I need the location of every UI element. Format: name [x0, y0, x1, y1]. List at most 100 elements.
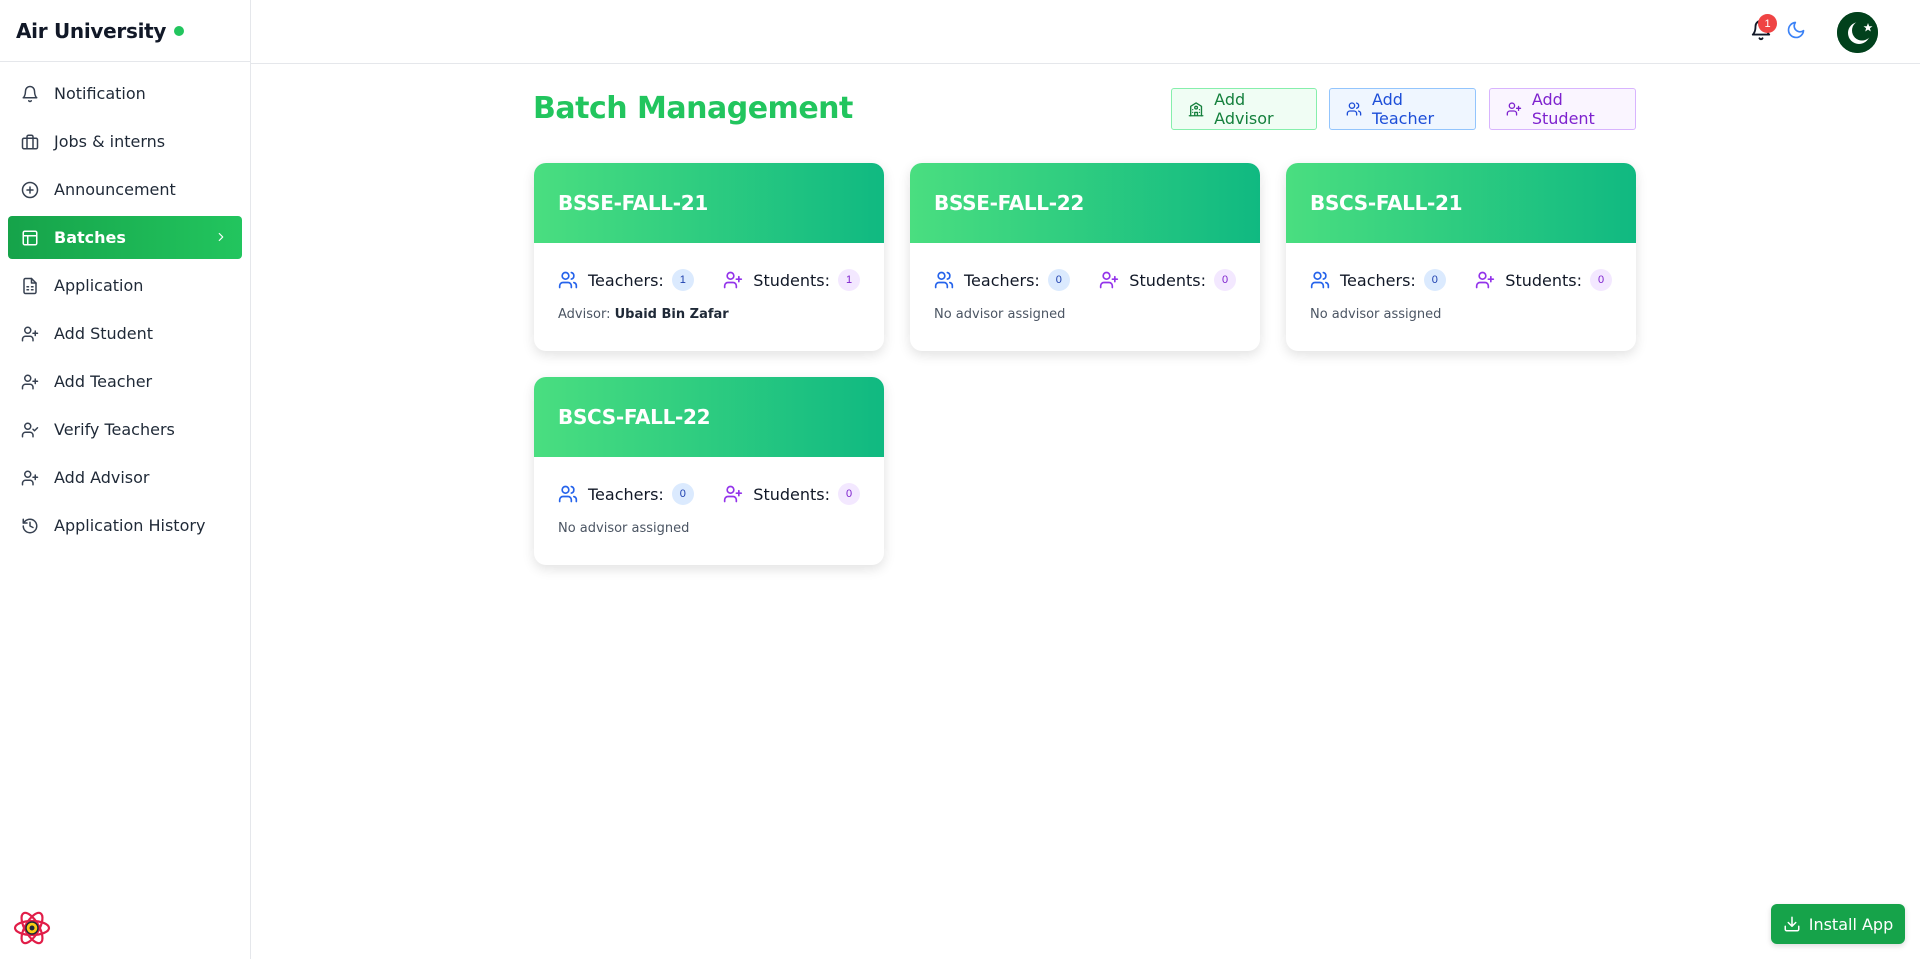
teachers-stat: Teachers: 1 — [558, 269, 694, 291]
brand: Air University — [0, 0, 250, 62]
users-icon — [1346, 102, 1362, 116]
sidebar-item-announcement[interactable]: Announcement — [8, 168, 242, 211]
batch-stats: Teachers: 0 Students: 0 — [910, 269, 1260, 291]
sidebar-item-add-student[interactable]: Add Student — [8, 312, 242, 355]
batch-name: BSSE-FALL-21 — [558, 191, 708, 215]
teachers-stat: Teachers: 0 — [1310, 269, 1446, 291]
teachers-count: 1 — [671, 269, 694, 291]
react-logo-icon[interactable] — [12, 908, 52, 948]
batch-card[interactable]: BSCS-FALL-22 Teachers: 0 Students: 0 No … — [534, 377, 884, 565]
sidebar-item-jobs[interactable]: Jobs & interns — [8, 120, 242, 163]
sidebar-item-label: Application History — [54, 516, 206, 535]
students-label: Students: — [1129, 270, 1206, 290]
user-plus-icon — [20, 324, 40, 344]
user-plus-icon — [1476, 271, 1495, 289]
user-plus-icon — [724, 271, 743, 289]
user-plus-icon — [20, 468, 40, 488]
sidebar-item-add-teacher[interactable]: Add Teacher — [8, 360, 242, 403]
batch-card[interactable]: BSSE-FALL-22 Teachers: 0 Students: 0 No … — [910, 163, 1260, 351]
advisor-status: No advisor assigned — [558, 521, 690, 536]
sidebar-item-application-history[interactable]: Application History — [8, 504, 242, 547]
advisor-info: Advisor: Ubaid Bin Zafar — [534, 307, 884, 322]
batch-stats: Teachers: 1 Students: 1 — [534, 269, 884, 291]
students-stat: Students: 0 — [1099, 269, 1236, 291]
advisor-info: No advisor assigned — [534, 521, 884, 536]
add-teacher-label: Add Teacher — [1371, 90, 1435, 128]
students-count: 1 — [838, 269, 860, 291]
add-student-button[interactable]: Add Student — [1489, 88, 1636, 130]
sidebar-item-label: Application — [54, 276, 144, 295]
batch-stats: Teachers: 0 Students: 0 — [1286, 269, 1636, 291]
status-dot — [174, 25, 185, 36]
user-plus-icon — [1506, 102, 1522, 116]
file-text-icon — [20, 276, 40, 296]
students-label: Students: — [753, 270, 830, 290]
avatar[interactable] — [1837, 12, 1878, 53]
layout-icon — [20, 228, 40, 248]
add-teacher-button[interactable]: Add Teacher — [1329, 88, 1476, 130]
batch-card[interactable]: BSSE-FALL-21 Teachers: 1 Students: 1 Adv… — [534, 163, 884, 351]
app-title: Air University — [16, 18, 167, 43]
users-icon — [558, 271, 578, 289]
teachers-stat: Teachers: 0 — [934, 269, 1070, 291]
user-plus-icon — [20, 372, 40, 392]
plus-circle-icon — [20, 180, 40, 200]
advisor-info: No advisor assigned — [910, 307, 1260, 322]
user-check-icon — [20, 420, 40, 440]
students-label: Students: — [1505, 270, 1582, 290]
users-icon — [934, 271, 954, 289]
chevron-right-icon — [214, 229, 228, 248]
school-icon — [1188, 102, 1204, 117]
add-advisor-button[interactable]: Add Advisor — [1171, 88, 1317, 130]
batch-card-header: BSSE-FALL-22 — [910, 163, 1260, 243]
teachers-count: 0 — [671, 483, 694, 505]
batch-name: BSSE-FALL-22 — [934, 191, 1084, 215]
users-icon — [558, 485, 578, 503]
top-bar — [251, 0, 1920, 64]
sidebar-item-notification[interactable]: Notification — [8, 72, 242, 115]
advisor-prefix: Advisor: — [558, 307, 611, 322]
sidebar: Air University Notification Jobs & inter… — [0, 0, 251, 959]
teachers-label: Teachers: — [1340, 270, 1416, 290]
teachers-count: 0 — [1047, 269, 1070, 291]
students-label: Students: — [753, 484, 830, 504]
students-stat: Students: 1 — [723, 269, 860, 291]
teachers-label: Teachers: — [588, 270, 664, 290]
install-app-label: Install App — [1808, 914, 1894, 934]
sidebar-item-add-advisor[interactable]: Add Advisor — [8, 456, 242, 499]
notification-badge: 1 — [1758, 14, 1777, 33]
sidebar-item-verify-teachers[interactable]: Verify Teachers — [8, 408, 242, 451]
sidebar-item-label: Add Advisor — [54, 468, 150, 487]
batch-name: BSCS-FALL-21 — [1310, 191, 1463, 215]
page-title: Batch Management — [533, 91, 853, 126]
teachers-count: 0 — [1423, 269, 1446, 291]
sidebar-item-label: Add Teacher — [54, 372, 153, 391]
batch-card[interactable]: BSCS-FALL-21 Teachers: 0 Students: 0 No … — [1286, 163, 1636, 351]
sidebar-item-batches[interactable]: Batches — [8, 216, 242, 259]
students-count: 0 — [838, 483, 860, 505]
sidebar-item-label: Jobs & interns — [54, 132, 166, 151]
briefcase-icon — [20, 132, 40, 152]
batch-card-header: BSSE-FALL-21 — [534, 163, 884, 243]
add-advisor-label: Add Advisor — [1214, 90, 1274, 128]
user-plus-icon — [1100, 271, 1119, 289]
install-app-button[interactable]: Install App — [1771, 904, 1905, 944]
students-stat: Students: 0 — [723, 483, 860, 505]
teachers-label: Teachers: — [588, 484, 664, 504]
user-plus-icon — [724, 485, 743, 503]
batch-stats: Teachers: 0 Students: 0 — [534, 483, 884, 505]
sidebar-item-label: Verify Teachers — [54, 420, 175, 439]
advisor-name: Ubaid Bin Zafar — [614, 307, 729, 322]
theme-toggle-moon-icon[interactable] — [1786, 20, 1808, 42]
sidebar-item-application[interactable]: Application — [8, 264, 242, 307]
students-stat: Students: 0 — [1475, 269, 1612, 291]
teachers-label: Teachers: — [964, 270, 1040, 290]
sidebar-nav: Notification Jobs & interns Announcement… — [0, 62, 250, 547]
users-icon — [1310, 271, 1330, 289]
advisor-status: No advisor assigned — [934, 307, 1066, 322]
batch-name: BSCS-FALL-22 — [558, 405, 711, 429]
history-icon — [20, 516, 40, 536]
teachers-stat: Teachers: 0 — [558, 483, 694, 505]
download-icon — [1784, 916, 1800, 932]
sidebar-item-label: Announcement — [54, 180, 176, 199]
